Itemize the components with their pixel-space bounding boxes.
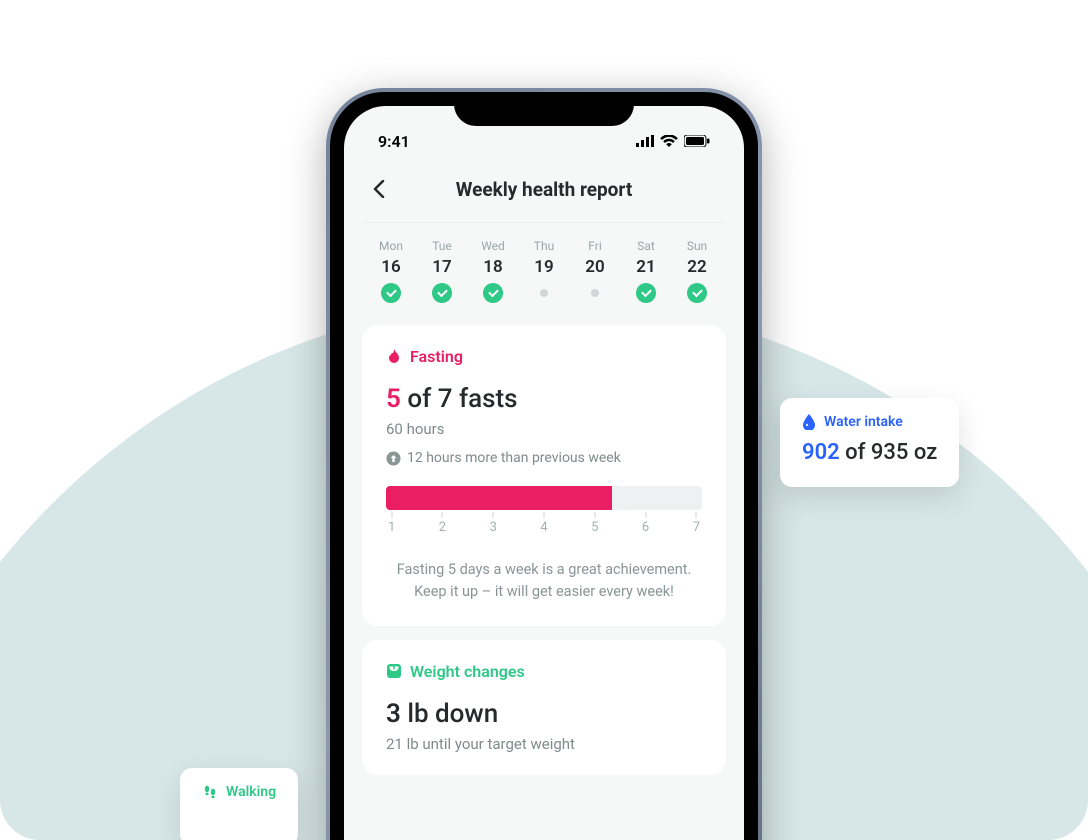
droplet-icon bbox=[802, 414, 816, 430]
scale-tick: 1 bbox=[388, 520, 395, 535]
weight-card-title: Weight changes bbox=[386, 662, 702, 681]
progress-fill bbox=[386, 486, 612, 510]
phone-notch bbox=[454, 92, 634, 126]
motivation-line-2: Keep it up – it will get easier every we… bbox=[386, 581, 702, 603]
check-icon bbox=[432, 283, 452, 303]
day-label: Fri bbox=[588, 239, 601, 253]
flame-icon bbox=[386, 348, 402, 366]
scale-icon bbox=[386, 663, 402, 679]
weight-card[interactable]: Weight changes 3 lb down 21 lb until you… bbox=[362, 640, 726, 775]
weight-headline: 3 lb down bbox=[386, 699, 702, 729]
phone-bezel: 9:41 Weekly health report bbox=[330, 92, 758, 840]
scale-tick: 2 bbox=[439, 520, 446, 535]
day-column[interactable]: Mon 16 bbox=[372, 239, 410, 303]
water-rest: of 935 oz bbox=[840, 440, 938, 465]
water-title-label: Water intake bbox=[824, 414, 903, 430]
day-number: 19 bbox=[534, 257, 553, 277]
weight-rest: lb down bbox=[401, 699, 498, 729]
day-column[interactable]: Sun 22 bbox=[678, 239, 716, 303]
page-title: Weekly health report bbox=[366, 178, 722, 201]
day-number: 20 bbox=[585, 257, 604, 277]
fasting-card[interactable]: Fasting 5 of 7 fasts 60 hours 12 hours m… bbox=[362, 325, 726, 626]
status-bar: 9:41 bbox=[362, 124, 726, 158]
weight-sub: 21 lb until your target weight bbox=[386, 735, 702, 753]
phone-screen: 9:41 Weekly health report bbox=[344, 106, 744, 840]
day-column[interactable]: Sat 21 bbox=[627, 239, 665, 303]
day-column[interactable]: Wed 18 bbox=[474, 239, 512, 303]
walking-card[interactable]: Walking bbox=[180, 768, 298, 840]
fasting-card-title: Fasting bbox=[386, 347, 702, 366]
footsteps-icon bbox=[202, 784, 218, 800]
progress-scale: 1 2 3 4 5 6 7 bbox=[386, 520, 702, 535]
screen-header: Weekly health report bbox=[362, 158, 726, 223]
day-label: Sun bbox=[687, 239, 707, 253]
battery-icon bbox=[684, 135, 710, 147]
fasting-title-label: Fasting bbox=[410, 347, 463, 366]
progress-track bbox=[386, 486, 702, 510]
fasting-rest: of 7 fasts bbox=[401, 384, 518, 414]
motivation-line-1: Fasting 5 days a week is a great achieve… bbox=[386, 559, 702, 581]
walking-title-label: Walking bbox=[226, 784, 276, 800]
water-headline: 902 of 935 oz bbox=[802, 440, 937, 465]
check-icon bbox=[381, 283, 401, 303]
dot-icon bbox=[591, 289, 599, 297]
day-label: Thu bbox=[534, 239, 554, 253]
fasting-headline: 5 of 7 fasts bbox=[386, 384, 702, 414]
check-icon bbox=[636, 283, 656, 303]
day-label: Mon bbox=[379, 239, 403, 253]
scale-tick: 3 bbox=[490, 520, 497, 535]
phone-frame: 9:41 Weekly health report bbox=[326, 88, 762, 840]
day-column[interactable]: Thu 19 bbox=[525, 239, 563, 303]
fasting-motivation: Fasting 5 days a week is a great achieve… bbox=[386, 559, 702, 604]
day-number: 21 bbox=[636, 257, 655, 277]
day-number: 16 bbox=[381, 257, 400, 277]
fasting-delta-text: 12 hours more than previous week bbox=[407, 450, 621, 466]
day-column[interactable]: Fri 20 bbox=[576, 239, 614, 303]
scale-tick: 4 bbox=[540, 520, 547, 535]
stage: 9:41 Weekly health report bbox=[0, 0, 1088, 840]
fasting-progress: 1 2 3 4 5 6 7 bbox=[386, 486, 702, 535]
fasting-delta: 12 hours more than previous week bbox=[386, 450, 702, 466]
fasting-hours: 60 hours bbox=[386, 420, 702, 438]
arrow-up-circle-icon bbox=[386, 451, 401, 466]
day-number: 18 bbox=[483, 257, 502, 277]
wifi-icon bbox=[660, 135, 678, 147]
water-intake-card[interactable]: Water intake 902 of 935 oz bbox=[780, 398, 959, 487]
status-icons bbox=[636, 135, 710, 147]
cellular-icon bbox=[636, 135, 654, 147]
day-label: Wed bbox=[481, 239, 505, 253]
day-number: 17 bbox=[432, 257, 451, 277]
walking-card-title: Walking bbox=[202, 784, 276, 800]
fasting-count: 5 bbox=[386, 384, 401, 414]
water-count: 902 bbox=[802, 440, 840, 465]
water-card-title: Water intake bbox=[802, 414, 937, 430]
check-icon bbox=[483, 283, 503, 303]
status-time: 9:41 bbox=[378, 132, 410, 151]
dot-icon bbox=[540, 289, 548, 297]
scale-tick: 6 bbox=[642, 520, 649, 535]
scale-tick: 7 bbox=[693, 520, 700, 535]
check-icon bbox=[687, 283, 707, 303]
scale-tick: 5 bbox=[591, 520, 598, 535]
weight-title-label: Weight changes bbox=[410, 662, 525, 681]
weight-count: 3 bbox=[386, 699, 401, 729]
week-days: Mon 16 Tue 17 Wed 18 Thu 19 Fri 20 Sat 21 Sun 22 bbox=[362, 223, 726, 325]
day-label: Sat bbox=[637, 239, 655, 253]
day-number: 22 bbox=[687, 257, 706, 277]
day-column[interactable]: Tue 17 bbox=[423, 239, 461, 303]
day-label: Tue bbox=[432, 239, 452, 253]
